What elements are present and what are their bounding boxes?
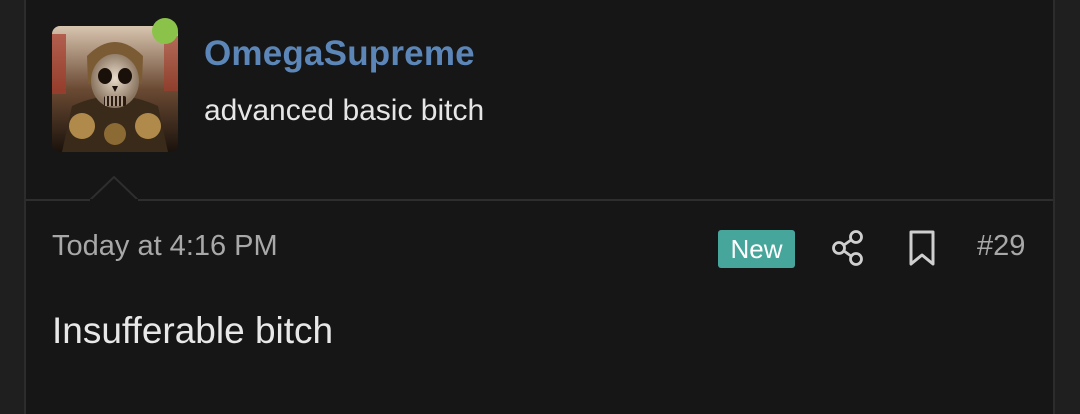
avatar-container[interactable] xyxy=(52,18,178,152)
share-icon[interactable] xyxy=(830,228,866,268)
avatar[interactable] xyxy=(52,26,178,152)
new-badge: New xyxy=(718,230,795,268)
user-title: advanced basic bitch xyxy=(204,94,485,127)
post-message: Insufferable bitch xyxy=(52,310,334,351)
post-number-link[interactable]: #29 xyxy=(977,230,1025,263)
post-meta-bar: Today at 4:16 PM New #29 xyxy=(26,226,1053,270)
post-timestamp[interactable]: Today at 4:16 PM xyxy=(52,230,278,263)
post-user-block: OmegaSupreme advanced basic bitch xyxy=(26,0,1053,201)
bookmark-icon[interactable] xyxy=(906,228,938,268)
username-link[interactable]: OmegaSupreme xyxy=(204,34,475,74)
online-status-indicator xyxy=(152,18,178,44)
forum-post: OmegaSupreme advanced basic bitch Today … xyxy=(24,0,1055,414)
user-block-arrow xyxy=(90,176,138,201)
